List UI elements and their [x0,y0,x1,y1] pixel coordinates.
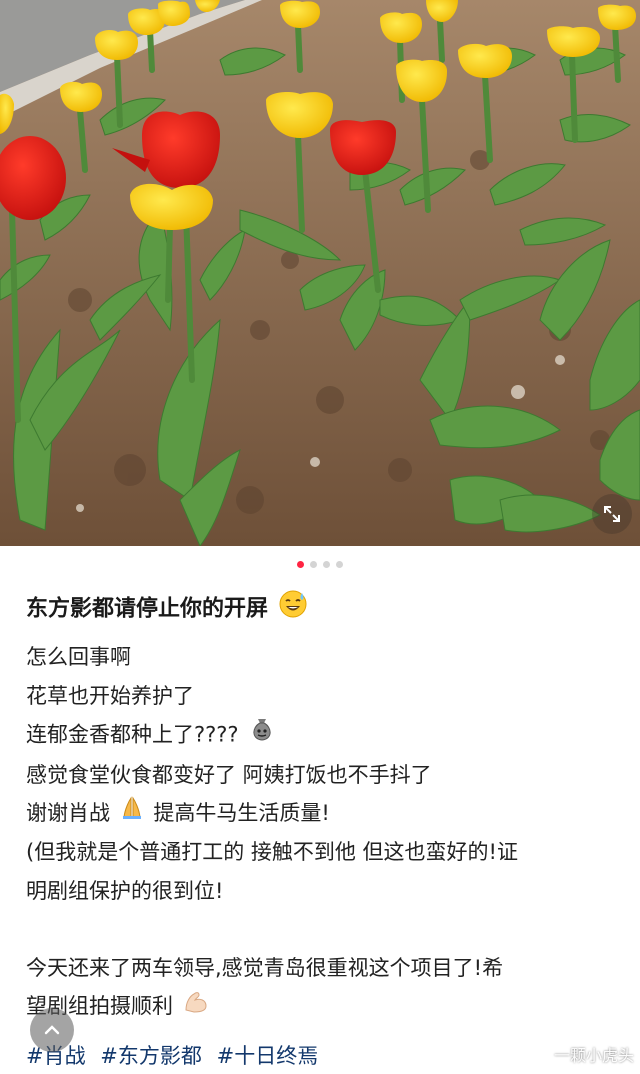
hashtag-list: #肖战 #东方影都 #十日终焉 [26,1038,326,1074]
post-title-text: 东方影都请停止你的开屏 [26,596,269,622]
hashtag-link[interactable]: #东方影都 [100,1044,202,1068]
post-line-text: 连郁金香都种上了???? [26,722,239,747]
hashtag-link[interactable]: #十日终焉 [217,1044,319,1068]
post-title: 东方影都请停止你的开屏 [26,589,626,630]
carousel-dot-1[interactable] [297,561,304,568]
watermark: 一颗小虎头 [528,1042,634,1066]
money-bag-icon [247,715,277,756]
post-line: 连郁金香都种上了???? [26,715,626,756]
post-line: 谢谢肖战 提高牛马生活质量! [26,794,626,833]
weibo-icon [528,1046,549,1063]
post-line: 怎么回事啊 [26,645,131,669]
expand-icon [604,506,620,522]
back-button[interactable] [30,1008,74,1052]
carousel-dot-3[interactable] [323,561,330,568]
post-line: 感觉食堂伙食都变好了 阿姨打饭也不手抖了 [26,762,432,787]
carousel-indicator [0,561,640,568]
post-line: 花草也开始养护了 [26,683,194,708]
post-photo[interactable] [0,0,640,546]
carousel-dot-4[interactable] [336,561,343,568]
tulip-photo-illustration [0,0,640,546]
flexed-biceps-icon [182,988,210,1027]
carousel-dot-2[interactable] [310,561,317,568]
post-line: 望剧组拍摄顺利 [26,987,626,1026]
sweat-smile-icon [278,589,308,630]
expand-image-button[interactable] [592,494,632,534]
post-line: 今天还来了两车领导,感觉青岛很重视这个项目了!希 [26,955,504,980]
post-body: 怎么回事啊 花草也开始养护了 连郁金香都种上了???? 感觉食堂伙食都变好了 阿… [26,638,626,1027]
watermark-text: 一颗小虎头 [553,1046,634,1065]
post-line: (但我就是个普通打工的 接触不到他 但这也蛮好的!证 [26,840,518,865]
folded-hands-icon [119,795,145,834]
post-line-text: 谢谢肖战 [26,801,110,825]
post-line-text: 提高牛马生活质量! [153,801,330,825]
post-line: 明剧组保护的很到位! [26,878,224,903]
chevron-up-icon [44,1025,60,1035]
